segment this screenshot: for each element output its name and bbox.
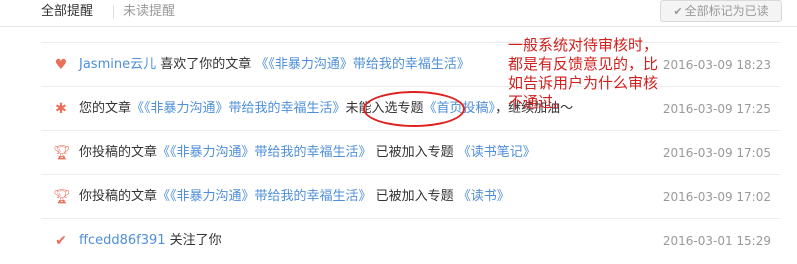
timestamp: 2016-03-01 15:29 xyxy=(662,234,771,248)
added-text: 已被加入专题 xyxy=(371,145,458,160)
annotation-note: 一般系统对待审核时，都是有反馈意见的，比如告诉用户为什么审核不通过。 xyxy=(508,36,659,111)
mark-all-read-label: 全部标记为已读 xyxy=(684,4,769,18)
tab-divider xyxy=(113,5,114,19)
timestamp: 2016-03-09 17:05 xyxy=(662,146,771,160)
article-link[interactable]: 《《非暴力沟通》带给我的幸福生活》 xyxy=(255,57,470,72)
mark-all-read-button[interactable]: ✔ 全部标记为已读 xyxy=(660,0,782,22)
check-icon: ✔ xyxy=(55,233,67,249)
list-item: ✔ ffcedd86f391 关注了你 2016-03-01 15:29 xyxy=(41,218,781,263)
check-icon: ✔ xyxy=(673,5,683,18)
article-link[interactable]: 《《非暴力沟通》带给我的幸福生活》 xyxy=(157,145,372,160)
notification-text: 你投稿的文章《《非暴力沟通》带给我的幸福生活》 已被加入专题 《读书》 xyxy=(79,188,510,206)
notification-text: Jasmine云儿 喜欢了你的文章 《《非暴力沟通》带给我的幸福生活》 xyxy=(79,56,470,74)
article-link[interactable]: 《《非暴力沟通》带给我的幸福生活》 xyxy=(131,101,346,116)
list-item: ♥ Jasmine云儿 喜欢了你的文章 《《非暴力沟通》带给我的幸福生活》 20… xyxy=(41,42,781,87)
article-link[interactable]: 《《非暴力沟通》带给我的幸福生活》 xyxy=(157,189,372,204)
annotation-circle xyxy=(363,91,465,127)
prefix-text: 你投稿的文章 xyxy=(79,145,158,160)
notification-text: 您的文章《《非暴力沟通》带给我的幸福生活》未能入选专题《首页投稿》，继续加油～ xyxy=(79,100,573,118)
user-link[interactable]: ffcedd86f391 xyxy=(79,233,166,248)
prefix-text: 您的文章 xyxy=(79,101,132,116)
topic-link[interactable]: 《读书》 xyxy=(458,189,510,204)
user-link[interactable]: Jasmine云儿 xyxy=(79,57,156,72)
prefix-text: 你投稿的文章 xyxy=(79,189,158,204)
timestamp: 2016-03-09 17:25 xyxy=(662,102,771,116)
notification-text: ffcedd86f391 关注了你 xyxy=(79,232,222,250)
trophy-icon: 🏆︎ xyxy=(53,145,71,161)
timestamp: 2016-03-09 17:02 xyxy=(662,190,771,204)
trophy-icon: 🏆︎ xyxy=(53,189,71,205)
bug-icon: ✱ xyxy=(55,101,67,117)
list-item: 🏆︎ 你投稿的文章《《非暴力沟通》带给我的幸福生活》 已被加入专题 《读书》 2… xyxy=(41,174,781,219)
action-text: 关注了你 xyxy=(165,233,222,248)
action-text: 喜欢了你的文章 xyxy=(156,57,256,72)
tab-unread-notifications[interactable]: 未读提醒 xyxy=(123,2,175,22)
added-text: 已被加入专题 xyxy=(371,189,458,204)
heart-icon: ♥ xyxy=(54,57,68,73)
tab-all-notifications[interactable]: 全部提醒 xyxy=(41,2,93,22)
list-item: 🏆︎ 你投稿的文章《《非暴力沟通》带给我的幸福生活》 已被加入专题 《读书笔记》… xyxy=(41,130,781,175)
timestamp: 2016-03-09 18:23 xyxy=(662,58,771,72)
notification-text: 你投稿的文章《《非暴力沟通》带给我的幸福生活》 已被加入专题 《读书笔记》 xyxy=(79,144,536,162)
topic-link[interactable]: 《读书笔记》 xyxy=(458,145,536,160)
